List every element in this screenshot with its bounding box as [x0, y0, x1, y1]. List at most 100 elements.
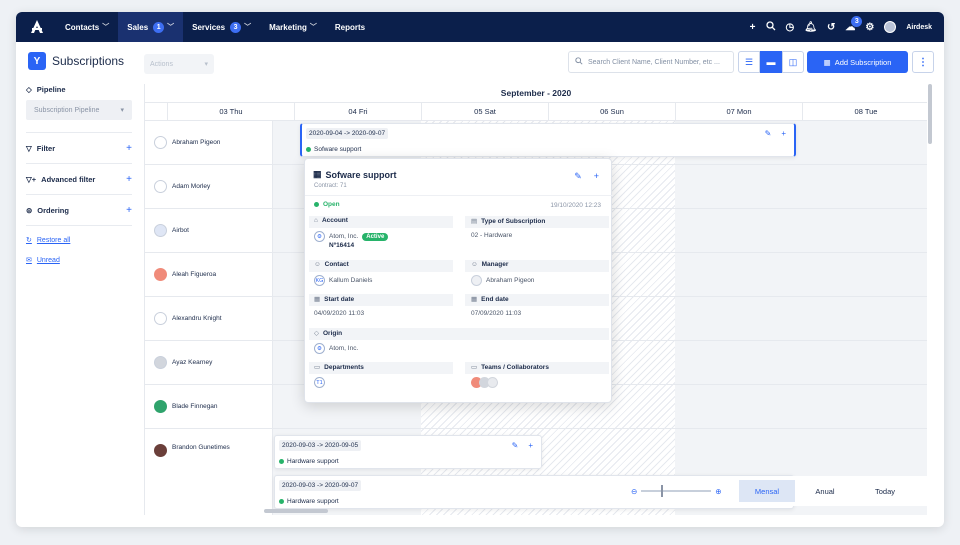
plus-icon[interactable]: +	[594, 171, 599, 182]
zoom-out-icon[interactable]: ⊖	[631, 487, 637, 496]
end-date-label: ▦ End date	[471, 295, 509, 304]
day-col-03: 03 Thu	[167, 103, 294, 121]
nav-services[interactable]: Services 3 ﹀	[183, 12, 260, 42]
departments-label: ▭ Departments	[314, 363, 364, 372]
manager-value[interactable]: Abraham Pigeon	[471, 275, 534, 286]
event-title: Hardware support	[279, 458, 339, 465]
avatar	[154, 312, 167, 325]
plus-icon[interactable]: +	[781, 129, 786, 138]
actions-dropdown[interactable]: Actions ▾	[144, 54, 214, 74]
row-name: Alexandru Knight	[145, 297, 273, 340]
status-dot	[279, 459, 284, 464]
nav-reports[interactable]: Reports	[326, 12, 374, 42]
page-title-wrap: Y Subscriptions	[16, 52, 144, 70]
origin-value[interactable]: ⚙ Atom, Inc.	[314, 343, 358, 354]
nav-sales[interactable]: Sales 1 ﹀	[118, 12, 184, 42]
timeline-view-icon[interactable]: ▬	[760, 51, 782, 73]
edit-icon[interactable]: ✎	[574, 171, 582, 182]
notifications-icon[interactable]: ☁︎ 3	[845, 15, 863, 33]
status-dot	[314, 202, 319, 207]
zoom-thumb[interactable]	[661, 485, 664, 497]
row-name: Airbot	[145, 209, 273, 252]
type-value: 02 - Hardware	[471, 232, 513, 239]
section-strip	[309, 328, 609, 340]
today-button[interactable]: Today	[855, 480, 915, 502]
notification-badge: 3	[851, 15, 863, 27]
filter-section[interactable]: ▽ Filter +	[26, 139, 132, 157]
start-date-value: 04/09/2020 11:03	[314, 310, 365, 317]
teams-value[interactable]	[471, 377, 498, 388]
plus-icon[interactable]: +	[528, 441, 533, 450]
teams-icon: ▭	[471, 364, 478, 371]
history-icon[interactable]: ↺	[827, 22, 835, 33]
view-toggle: ☰ ▬ ◫	[738, 51, 804, 73]
event-dates: 2020-09-04 -> 2020-09-07	[306, 128, 389, 139]
plus-icon[interactable]: +	[126, 205, 132, 216]
nav-contacts[interactable]: Contacts ﹀	[56, 12, 118, 42]
plus-icon[interactable]: +	[126, 143, 132, 154]
edit-icon[interactable]: ✎	[765, 129, 772, 138]
timeline-calendar: September - 2020 03 Thu 04 Fri 05 Sat 06…	[144, 84, 927, 515]
calendar-footer: ⊖ ⊕ Mensal Anual Today	[629, 476, 927, 506]
restore-all-link[interactable]: ↻ Restore all	[26, 232, 132, 248]
user-name[interactable]: Airdesk	[906, 24, 932, 31]
plus-icon[interactable]: +	[750, 22, 756, 33]
unread-icon: ✉︎	[26, 257, 32, 264]
search-icon[interactable]	[765, 20, 776, 34]
add-subscription-button[interactable]: ▦ Add Subscription	[807, 51, 908, 73]
contact-avatar: KG	[314, 275, 325, 286]
plus-icon[interactable]: +	[126, 174, 132, 185]
account-value[interactable]: ⚙ Atom, Inc. Active	[314, 231, 389, 242]
pipeline-icon: ◇	[26, 84, 32, 94]
top-navbar: Contacts ﹀ Sales 1 ﹀ Services 3 ﹀ Marketing ﹀ …	[16, 12, 944, 42]
timer-icon[interactable]: ◷	[786, 22, 795, 33]
status-dot	[306, 147, 311, 152]
ordering-section[interactable]: ⊜ Ordering +	[26, 201, 132, 219]
list-view-icon[interactable]: ☰	[738, 51, 760, 73]
days-header: 03 Thu 04 Fri 05 Sat 06 Sun 07 Mon 08 Tu…	[145, 103, 927, 121]
bell-icon[interactable]: 🔔︎	[804, 22, 817, 33]
row-name: Adam Morley	[145, 165, 273, 208]
event-dates: 2020-09-03 -> 2020-09-05	[279, 440, 362, 451]
subscription-event[interactable]: 2020-09-03 -> 2020-09-05 Hardware suppor…	[274, 435, 542, 469]
account-number: Nº16414	[329, 242, 355, 249]
edit-icon[interactable]: ✎	[512, 441, 519, 450]
event-title: Hardware support	[279, 498, 339, 505]
nav-marketing[interactable]: Marketing ﹀	[260, 12, 326, 42]
advanced-filter-section[interactable]: ▽+ Advanced filter +	[26, 170, 132, 188]
user-avatar[interactable]	[884, 21, 897, 33]
contact-value[interactable]: KG Kallum Daniels	[314, 275, 372, 286]
document-icon: ▤	[471, 218, 478, 225]
subscription-detail-popup: ▦ Sofware support Contract: 71 ✎ + Open 19…	[304, 158, 613, 403]
chevron-down-icon: ▾	[204, 61, 208, 68]
departments-value[interactable]: T1	[314, 377, 325, 388]
subscription-event[interactable]: 2020-09-04 -> 2020-09-07 Sofware support…	[300, 123, 796, 157]
airdesk-logo-icon[interactable]	[26, 16, 48, 38]
row-name: Aleah Figueroa	[145, 253, 273, 296]
divider	[26, 163, 132, 164]
horizontal-scrollbar[interactable]	[264, 509, 328, 513]
search-icon	[575, 57, 583, 67]
more-options-icon[interactable]: ⋮	[912, 51, 934, 73]
pipeline-select[interactable]: Subscription Pipeline ▾	[26, 100, 132, 120]
unread-link[interactable]: ✉︎ Unread	[26, 252, 132, 268]
gear-icon[interactable]: ⚙︎	[865, 22, 874, 33]
type-label: ▤ Type of Subscription	[471, 217, 546, 226]
vertical-scrollbar[interactable]	[928, 84, 932, 144]
popup-title: ▦ Sofware support	[313, 169, 397, 180]
chevron-down-icon: ﹀	[102, 24, 110, 31]
department-badge: T1	[314, 377, 325, 388]
zoom-slider[interactable]	[641, 485, 712, 497]
count-badge: 1	[153, 21, 165, 33]
restore-icon: ↻	[26, 237, 32, 244]
contract-number: Contract: 71	[314, 183, 347, 189]
search-box[interactable]: Search Client Name, Client Number, etc .…	[568, 51, 734, 73]
building-icon: ⌂	[314, 217, 318, 224]
mensal-button[interactable]: Mensal	[739, 480, 795, 502]
row-name: Ayaz Kearney	[145, 341, 273, 384]
zoom-in-icon[interactable]: ⊕	[715, 487, 721, 496]
calendar-icon: ▦	[313, 169, 322, 179]
search-input[interactable]: Search Client Name, Client Number, etc .…	[588, 59, 720, 66]
anual-button[interactable]: Anual	[795, 480, 855, 502]
board-view-icon[interactable]: ◫	[782, 51, 804, 73]
